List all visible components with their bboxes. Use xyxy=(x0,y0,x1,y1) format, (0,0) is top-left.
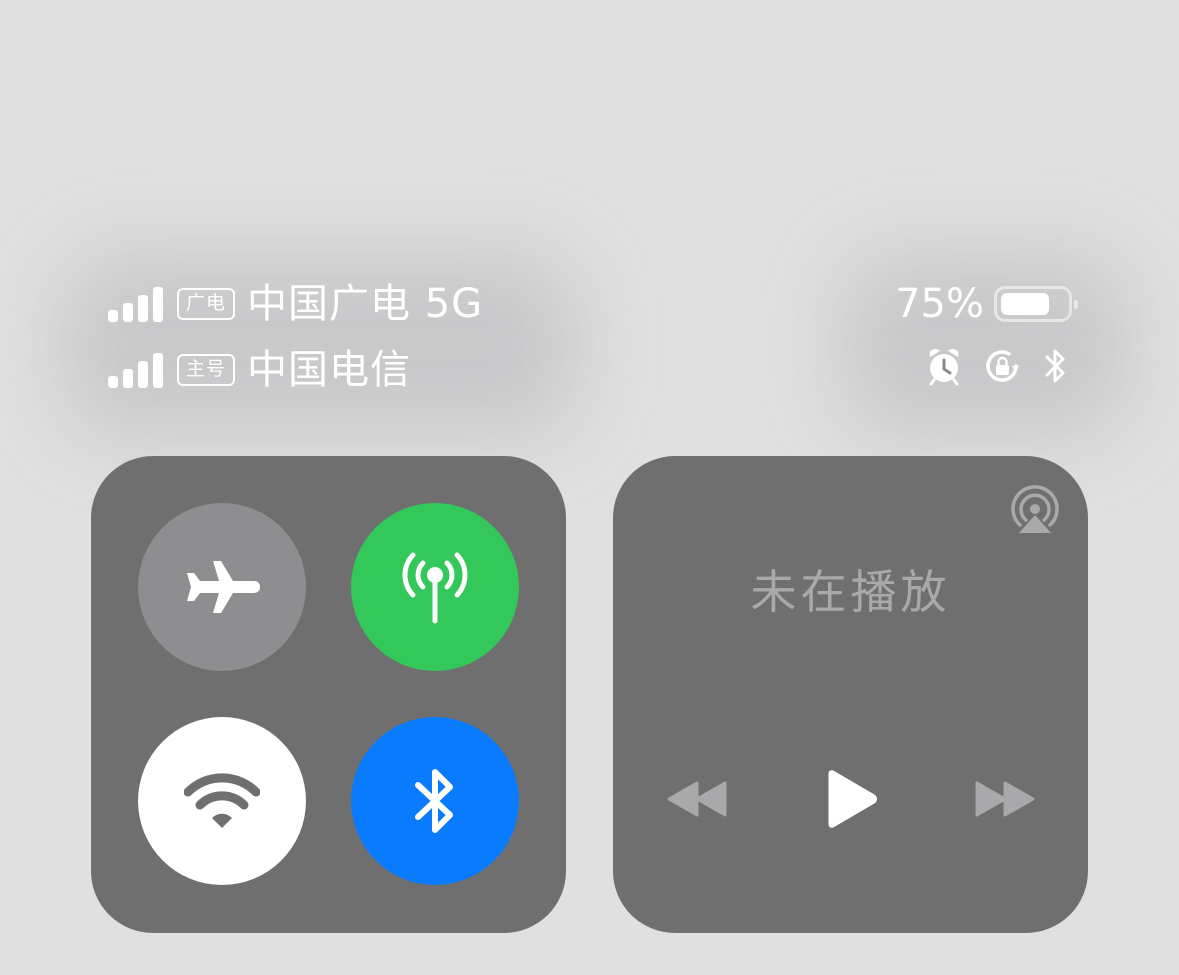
cellular-data-toggle[interactable] xyxy=(351,503,519,671)
bluetooth-toggle[interactable] xyxy=(351,717,519,885)
signal-strength-icon xyxy=(108,352,163,388)
airplane-icon xyxy=(187,561,260,613)
signal-strength-icon xyxy=(108,286,163,322)
play-button[interactable] xyxy=(819,766,883,832)
rotation-lock-icon xyxy=(986,350,1019,382)
rewind-icon xyxy=(667,781,727,817)
carrier-name: 中国电信 xyxy=(247,347,412,393)
media-panel: 未在播放 xyxy=(613,456,1088,933)
airplane-mode-toggle[interactable] xyxy=(138,503,306,671)
sim-badge: 主号 xyxy=(177,354,236,386)
alarm-icon xyxy=(929,349,959,386)
play-icon xyxy=(828,770,877,828)
battery-percentage: 75% xyxy=(895,281,984,327)
fast-forward-button[interactable] xyxy=(971,774,1039,824)
battery-icon xyxy=(994,286,1078,322)
now-playing-status: 未在播放 xyxy=(750,565,951,619)
status-halo-right xyxy=(840,250,1130,440)
wifi-icon xyxy=(184,773,260,828)
airplay-icon xyxy=(1011,485,1059,533)
connectivity-panel xyxy=(91,456,566,933)
status-halo xyxy=(60,250,580,440)
carrier-row-1: 广电 中国广电 5G xyxy=(108,280,483,328)
status-indicators xyxy=(925,346,1069,386)
airplay-button[interactable] xyxy=(1005,484,1065,536)
carrier-row-2: 主号 中国电信 xyxy=(108,346,411,394)
battery-level-fill xyxy=(1001,293,1049,315)
cellular-antenna-icon xyxy=(402,552,468,624)
rewind-button[interactable] xyxy=(663,774,731,824)
carrier-name: 中国广电 5G xyxy=(247,281,484,327)
battery-status: 75% xyxy=(895,280,1078,328)
fast-forward-icon xyxy=(975,781,1035,817)
wifi-toggle[interactable] xyxy=(138,717,306,885)
bluetooth-icon xyxy=(1045,349,1065,383)
sim-badge: 广电 xyxy=(177,288,236,320)
bluetooth-icon xyxy=(415,769,453,833)
